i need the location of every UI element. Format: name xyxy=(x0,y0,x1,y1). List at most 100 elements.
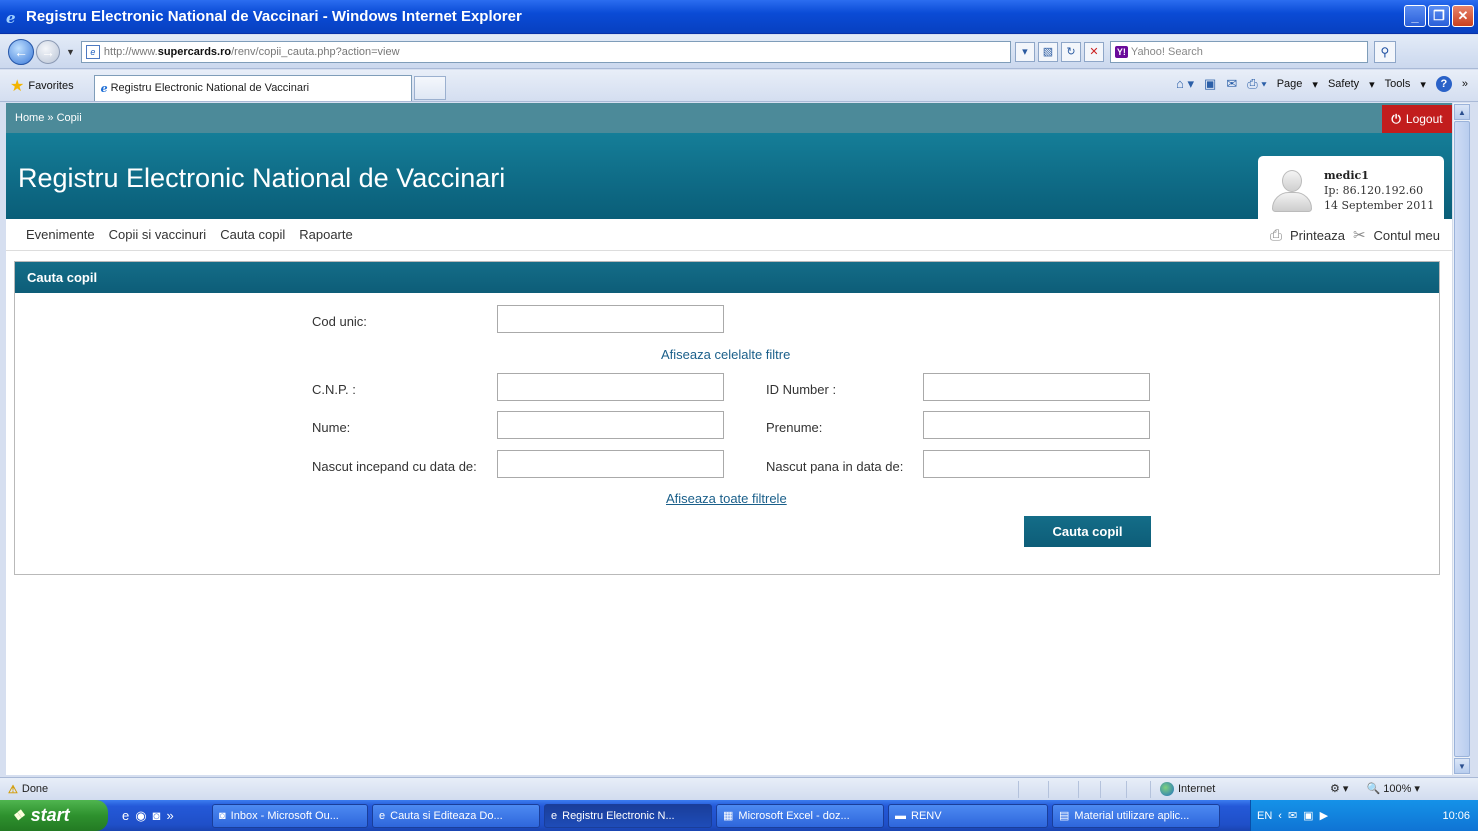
maximize-button[interactable]: ❐ xyxy=(1428,5,1450,27)
network-tray-icon[interactable]: ▣ xyxy=(1303,809,1313,822)
menu-item-copii-si-vaccinuri[interactable]: Copii si vaccinuri xyxy=(109,227,207,242)
taskbar: ❖ start e ◉ ◙ » ◙ Inbox - Microsoft Ou...… xyxy=(0,800,1478,831)
safety-menu[interactable]: Safety xyxy=(1328,78,1359,90)
search-child-button[interactable]: Cauta copil xyxy=(1024,516,1151,547)
page-icon: e xyxy=(85,44,100,59)
task-excel[interactable]: ▦ Microsoft Excel - doz... xyxy=(716,803,884,828)
url-domain: supercards.ro xyxy=(157,45,232,58)
feeds-icon[interactable]: ▣ xyxy=(1204,76,1216,92)
print-icon[interactable]: ⎙ ▾ xyxy=(1247,76,1266,92)
id-number-label: ID Number : xyxy=(766,382,837,397)
refresh-icon[interactable]: ↻ xyxy=(1060,41,1081,62)
home-icon[interactable]: ⌂ ▾ xyxy=(1176,76,1194,92)
site-title: Registru Electronic National de Vaccinar… xyxy=(18,163,506,193)
new-tab-button[interactable] xyxy=(413,75,446,100)
menu-item-evenimente[interactable]: Evenimente xyxy=(26,227,95,242)
born-from-label: Nascut incepand cu data de: xyxy=(312,459,477,474)
favorites-bar: ★ Favorites e Registru Electronic Nation… xyxy=(0,70,1478,102)
web-page: Home » Copii ⏻ Logout Registru Electroni… xyxy=(6,103,1452,775)
prenume-input[interactable] xyxy=(923,411,1150,439)
cnp-label: C.N.P. : xyxy=(312,382,356,397)
globe-icon xyxy=(1160,782,1174,796)
show-other-filters-link[interactable]: Afiseaza celelalte filtre xyxy=(661,347,790,362)
quick-launch: e ◉ ◙ » xyxy=(122,808,208,824)
favorites-button[interactable]: ★ Favorites xyxy=(10,76,74,96)
outlook-icon: ◙ xyxy=(219,809,226,822)
start-button[interactable]: ❖ start xyxy=(0,800,108,831)
cnp-input[interactable] xyxy=(497,373,724,401)
task-outlook[interactable]: ◙ Inbox - Microsoft Ou... xyxy=(212,803,368,828)
ie-logo-icon: e xyxy=(6,8,16,27)
panel-heading: Cauta copil xyxy=(15,262,1439,293)
show-all-filters-link[interactable]: Afiseaza toate filtrele xyxy=(666,491,787,506)
browser-quicklaunch-icon[interactable]: ◉ xyxy=(135,808,146,824)
task-renv[interactable]: ▬ RENV xyxy=(888,803,1048,828)
logout-label: Logout xyxy=(1405,112,1443,126)
vertical-scrollbar[interactable]: ▲ ▼ xyxy=(1452,103,1470,775)
task-cauta[interactable]: e Cauta si Editeaza Do... xyxy=(372,803,540,828)
tab-title: Registru Electronic National de Vaccinar… xyxy=(110,82,310,94)
breadcrumb[interactable]: Home » Copii xyxy=(15,112,82,124)
page-menu[interactable]: Page xyxy=(1277,78,1303,90)
id-number-input[interactable] xyxy=(923,373,1150,401)
back-button[interactable]: ← xyxy=(8,38,34,65)
forward-button[interactable]: → xyxy=(36,39,60,64)
favorites-label: Favorites xyxy=(28,79,74,92)
power-icon: ⏻ xyxy=(1391,111,1401,126)
clock[interactable]: 10:06 xyxy=(1442,810,1470,822)
address-dropdown-icon[interactable]: ▾ xyxy=(1014,41,1035,62)
compatibility-view-icon[interactable]: ▧ xyxy=(1037,41,1058,62)
scroll-up-icon[interactable]: ▲ xyxy=(1454,104,1470,120)
task-material[interactable]: ▤ Material utilizare aplic... xyxy=(1052,803,1220,828)
task-label: Registru Electronic N... xyxy=(562,809,675,822)
printer-icon[interactable]: ⎙ xyxy=(1270,227,1282,244)
born-until-label: Nascut pana in data de: xyxy=(766,459,904,474)
ie-quicklaunch-icon[interactable]: e xyxy=(122,808,129,824)
logout-button[interactable]: ⏻ Logout xyxy=(1382,105,1452,133)
start-label: start xyxy=(30,805,70,825)
nume-input[interactable] xyxy=(497,411,724,439)
zoom-control[interactable]: 🔍 100% ▾ xyxy=(1366,782,1419,795)
yahoo-logo-icon: Y! xyxy=(1114,45,1128,58)
mail-icon[interactable]: ✉ xyxy=(1226,76,1237,92)
born-until-input[interactable] xyxy=(923,450,1150,478)
windows-flag-icon: ❖ xyxy=(12,807,25,823)
menu-item-rapoarte[interactable]: Rapoarte xyxy=(299,227,352,242)
tools-menu[interactable]: Tools xyxy=(1385,78,1411,90)
scroll-thumb[interactable] xyxy=(1454,121,1470,757)
nume-label: Nume: xyxy=(312,420,351,435)
outlook-quicklaunch-icon[interactable]: ◙ xyxy=(153,808,161,824)
language-indicator[interactable]: EN xyxy=(1257,810,1272,822)
protected-mode-icon[interactable]: ⚙ ▾ xyxy=(1330,782,1348,795)
help-icon[interactable]: ? xyxy=(1435,76,1452,92)
browser-tab[interactable]: e Registru Electronic National de Vaccin… xyxy=(93,74,412,101)
more-chevron-icon[interactable]: » xyxy=(1462,78,1468,90)
user-box: medic1 Ip: 86.120.192.60 14 September 20… xyxy=(1258,156,1444,222)
menu-item-cauta-copil[interactable]: Cauta copil xyxy=(220,227,285,242)
window-title: Registru Electronic National de Vaccinar… xyxy=(26,8,522,25)
ie-icon: e xyxy=(551,809,558,822)
account-link[interactable]: Contul meu xyxy=(1374,228,1440,243)
minimize-button[interactable]: _ xyxy=(1404,5,1426,27)
close-button[interactable]: ✕ xyxy=(1452,5,1474,27)
media-tray-icon[interactable]: ▶ xyxy=(1320,809,1328,822)
cod-unic-input[interactable] xyxy=(497,305,724,333)
security-zone[interactable]: Internet xyxy=(1160,782,1215,796)
site-header: Registru Electronic National de Vaccinar… xyxy=(6,133,1452,222)
scroll-down-icon[interactable]: ▼ xyxy=(1454,758,1470,774)
search-input[interactable]: Y! Yahoo! Search xyxy=(1109,40,1368,63)
expand-quicklaunch-icon[interactable]: » xyxy=(166,808,173,824)
stop-icon[interactable]: ✕ xyxy=(1083,41,1104,62)
tray-expand-icon[interactable]: ‹ xyxy=(1278,810,1282,822)
address-field[interactable]: e http://www. supercards.ro/renv/copii_ca… xyxy=(80,40,1011,63)
born-from-input[interactable] xyxy=(497,450,724,478)
mail-tray-icon[interactable]: ✉ xyxy=(1288,809,1297,822)
url-path: /renv/copii_cauta.php?action=view xyxy=(231,45,400,58)
task-label: Inbox - Microsoft Ou... xyxy=(230,809,339,822)
history-dropdown-icon[interactable]: ▼ xyxy=(66,47,75,57)
print-link[interactable]: Printeaza xyxy=(1290,228,1345,243)
task-registru[interactable]: e Registru Electronic N... xyxy=(544,803,712,828)
tools-icon[interactable]: ✂ xyxy=(1353,226,1366,244)
user-ip: Ip: 86.120.192.60 xyxy=(1324,184,1424,197)
search-icon[interactable]: ⚲ xyxy=(1373,40,1396,63)
